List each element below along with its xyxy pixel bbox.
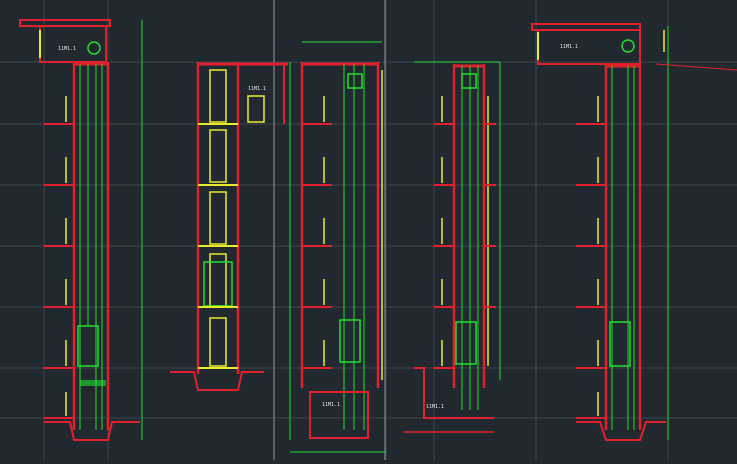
machine-room-label: 11M1.1: [58, 46, 76, 52]
machine-room-label: 11M1.1: [560, 44, 578, 50]
pit-label: 11M1.1: [322, 402, 340, 408]
cad-drawing-canvas[interactable]: 11M1.1 11M1.1 11M1.1 11M1.1 11M1.1: [0, 0, 737, 460]
pit-label: 11M1.1: [426, 404, 444, 410]
elevator-section-drawing: 11M1.1 11M1.1 11M1.1 11M1.1 11M1.1: [0, 0, 737, 460]
machine-room-label: 11M1.1: [248, 86, 266, 92]
